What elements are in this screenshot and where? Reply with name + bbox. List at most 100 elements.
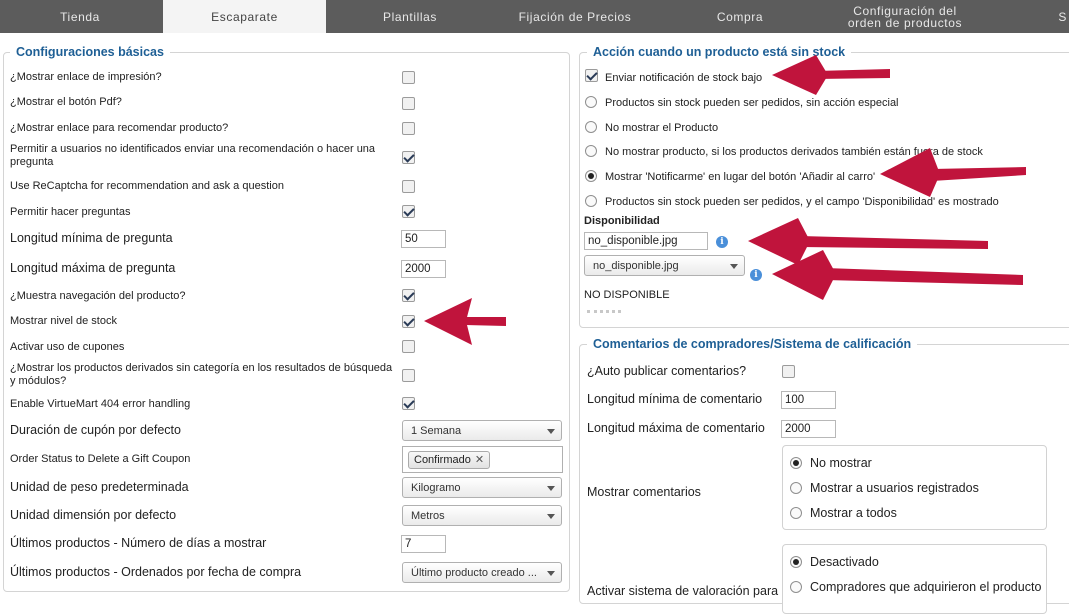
stock-option-radio[interactable] (585, 145, 597, 157)
tab-compra[interactable]: Compra (660, 0, 820, 33)
reviews-legend: Comentarios de compradores/Sistema de ca… (587, 337, 918, 351)
stock-option-label: Productos sin stock pueden ser pedidos, … (605, 97, 899, 109)
setting-label: Order Status to Delete a Gift Coupon (10, 453, 191, 465)
gift-coupon-status-multiselect[interactable]: Confirmado ✕ (402, 446, 563, 473)
show-pdf-button-checkbox[interactable] (402, 97, 415, 110)
rating-system-option-label: Desactivado (810, 555, 879, 569)
setting-label: ¿Mostrar enlace de impresión? (10, 71, 162, 83)
out-of-stock-fieldset (579, 52, 1069, 328)
remove-chip-icon[interactable]: ✕ (475, 454, 484, 466)
setting-label: Últimos productos - Ordenados por fecha … (10, 565, 302, 579)
select-value: Último producto creado ... (411, 567, 537, 579)
setting-label: Longitud máxima de pregunta (10, 261, 176, 275)
min-question-length-input[interactable]: 50 (401, 230, 446, 248)
show-reviews-option-label: No mostrar (810, 456, 872, 470)
min-review-length-label: Longitud mínima de comentario (587, 392, 763, 406)
show-print-link-checkbox[interactable] (402, 71, 415, 84)
stock-option-radio[interactable] (585, 121, 597, 133)
tab-tienda[interactable]: Tienda (0, 0, 160, 33)
show-reviews-radio[interactable] (790, 457, 802, 469)
basic-settings-legend: Configuraciones básicas (10, 45, 170, 59)
setting-label: Activar uso de cupones (10, 341, 125, 353)
stock-option-radio[interactable] (585, 96, 597, 108)
stock-option-label: Mostrar 'Notificarme' en lugar del botón… (605, 171, 876, 183)
rating-system-radio[interactable] (790, 556, 802, 568)
stock-option-radio[interactable] (585, 195, 597, 207)
low-stock-notification-checkbox[interactable] (585, 69, 598, 82)
low-stock-notification-label: Enviar notificación de stock bajo (605, 72, 763, 84)
show-stock-level-checkbox[interactable] (402, 315, 415, 328)
min-review-length-input[interactable]: 100 (781, 391, 836, 409)
select-value: 1 Semana (411, 425, 462, 437)
show-recommend-link-checkbox[interactable] (402, 122, 415, 135)
recaptcha-checkbox[interactable] (402, 180, 415, 193)
show-reviews-option-label: Mostrar a todos (810, 506, 897, 520)
setting-label: Últimos productos - Número de días a mos… (10, 536, 267, 550)
show-reviews-radio[interactable] (790, 507, 802, 519)
show-reviews-radio[interactable] (790, 482, 802, 494)
tab-escaparate[interactable]: Escaparate (163, 0, 326, 33)
info-icon[interactable]: i (750, 269, 762, 281)
tab-fijacion-de-precios[interactable]: Fijación de Precios (494, 0, 656, 33)
max-question-length-input[interactable]: 2000 (401, 260, 446, 278)
child-products-search-checkbox[interactable] (402, 369, 415, 382)
stock-option-label: Productos sin stock pueden ser pedidos, … (605, 196, 999, 208)
select-value: no_disponible.jpg (593, 260, 679, 272)
allow-questions-checkbox[interactable] (402, 205, 415, 218)
setting-label: Enable VirtueMart 404 error handling (10, 398, 191, 410)
stock-option-radio[interactable] (585, 170, 597, 182)
setting-label: ¿Mostrar el botón Pdf? (10, 96, 122, 108)
rating-system-label: Activar sistema de valoración para (587, 584, 779, 598)
chevron-down-icon (547, 514, 555, 519)
rating-system-option-label: Compradores que adquirieron el producto (810, 580, 1042, 594)
coupons-checkbox[interactable] (402, 340, 415, 353)
latest-products-days-input[interactable]: 7 (401, 535, 446, 553)
setting-label: Permitir hacer preguntas (10, 206, 131, 218)
show-reviews-option-label: Mostrar a usuarios registrados (810, 481, 979, 495)
chevron-down-icon (547, 429, 555, 434)
setting-label: Permitir a usuarios no identificados env… (10, 143, 376, 168)
rating-system-radio[interactable] (790, 581, 802, 593)
availability-preview-dots (587, 310, 621, 314)
setting-label: ¿Mostrar los productos derivados sin cat… (10, 362, 393, 387)
latest-products-order-select[interactable]: Último producto creado ... (402, 562, 562, 583)
stock-option-label: No mostrar producto, si los productos de… (605, 146, 983, 158)
setting-label: Duración de cupón por defecto (10, 423, 181, 437)
auto-publish-label: ¿Auto publicar comentarios? (587, 364, 747, 378)
product-navigation-checkbox[interactable] (402, 289, 415, 302)
stock-option-label: No mostrar el Producto (605, 122, 719, 134)
tab-s[interactable]: S (990, 0, 1069, 33)
error-404-checkbox[interactable] (402, 397, 415, 410)
setting-label: Unidad dimensión por defecto (10, 508, 177, 522)
status-chip-label: Confirmado (414, 454, 471, 466)
auto-publish-checkbox[interactable] (782, 365, 795, 378)
tab-plantillas[interactable]: Plantillas (330, 0, 490, 33)
availability-image-input[interactable]: no_disponible.jpg (584, 232, 708, 250)
show-reviews-label: Mostrar comentarios (587, 485, 701, 499)
availability-image-select[interactable]: no_disponible.jpg (584, 255, 745, 276)
setting-label: Mostrar nivel de stock (10, 315, 117, 327)
setting-label: Use ReCaptcha for recommendation and ask… (10, 180, 284, 192)
select-value: Kilogramo (411, 482, 461, 494)
out-of-stock-legend: Acción cuando un producto está sin stock (587, 45, 852, 59)
anonymous-recommend-checkbox[interactable] (402, 151, 415, 164)
chevron-down-icon (547, 486, 555, 491)
dimension-unit-select[interactable]: Metros (402, 505, 562, 526)
setting-label: ¿Mostrar enlace para recomendar producto… (10, 122, 229, 134)
info-icon[interactable]: i (716, 236, 728, 248)
availability-label: Disponibilidad (584, 215, 660, 227)
chevron-down-icon (547, 571, 555, 576)
setting-label: ¿Muestra navegación del producto? (10, 290, 186, 302)
chevron-down-icon (730, 264, 738, 269)
coupon-duration-select[interactable]: 1 Semana (402, 420, 562, 441)
setting-label: Unidad de peso predeterminada (10, 480, 189, 494)
availability-preview-text: NO DISPONIBLE (584, 289, 670, 301)
weight-unit-select[interactable]: Kilogramo (402, 477, 562, 498)
max-review-length-label: Longitud máxima de comentario (587, 421, 765, 435)
tab-bar: Tienda Escaparate Plantillas Fijación de… (0, 0, 1069, 33)
select-value: Metros (411, 510, 445, 522)
setting-label: Longitud mínima de pregunta (10, 231, 173, 245)
tab-configuracion-orden-productos[interactable]: Configuración del orden de productos (824, 0, 986, 33)
status-chip: Confirmado ✕ (408, 451, 491, 469)
max-review-length-input[interactable]: 2000 (781, 420, 836, 438)
